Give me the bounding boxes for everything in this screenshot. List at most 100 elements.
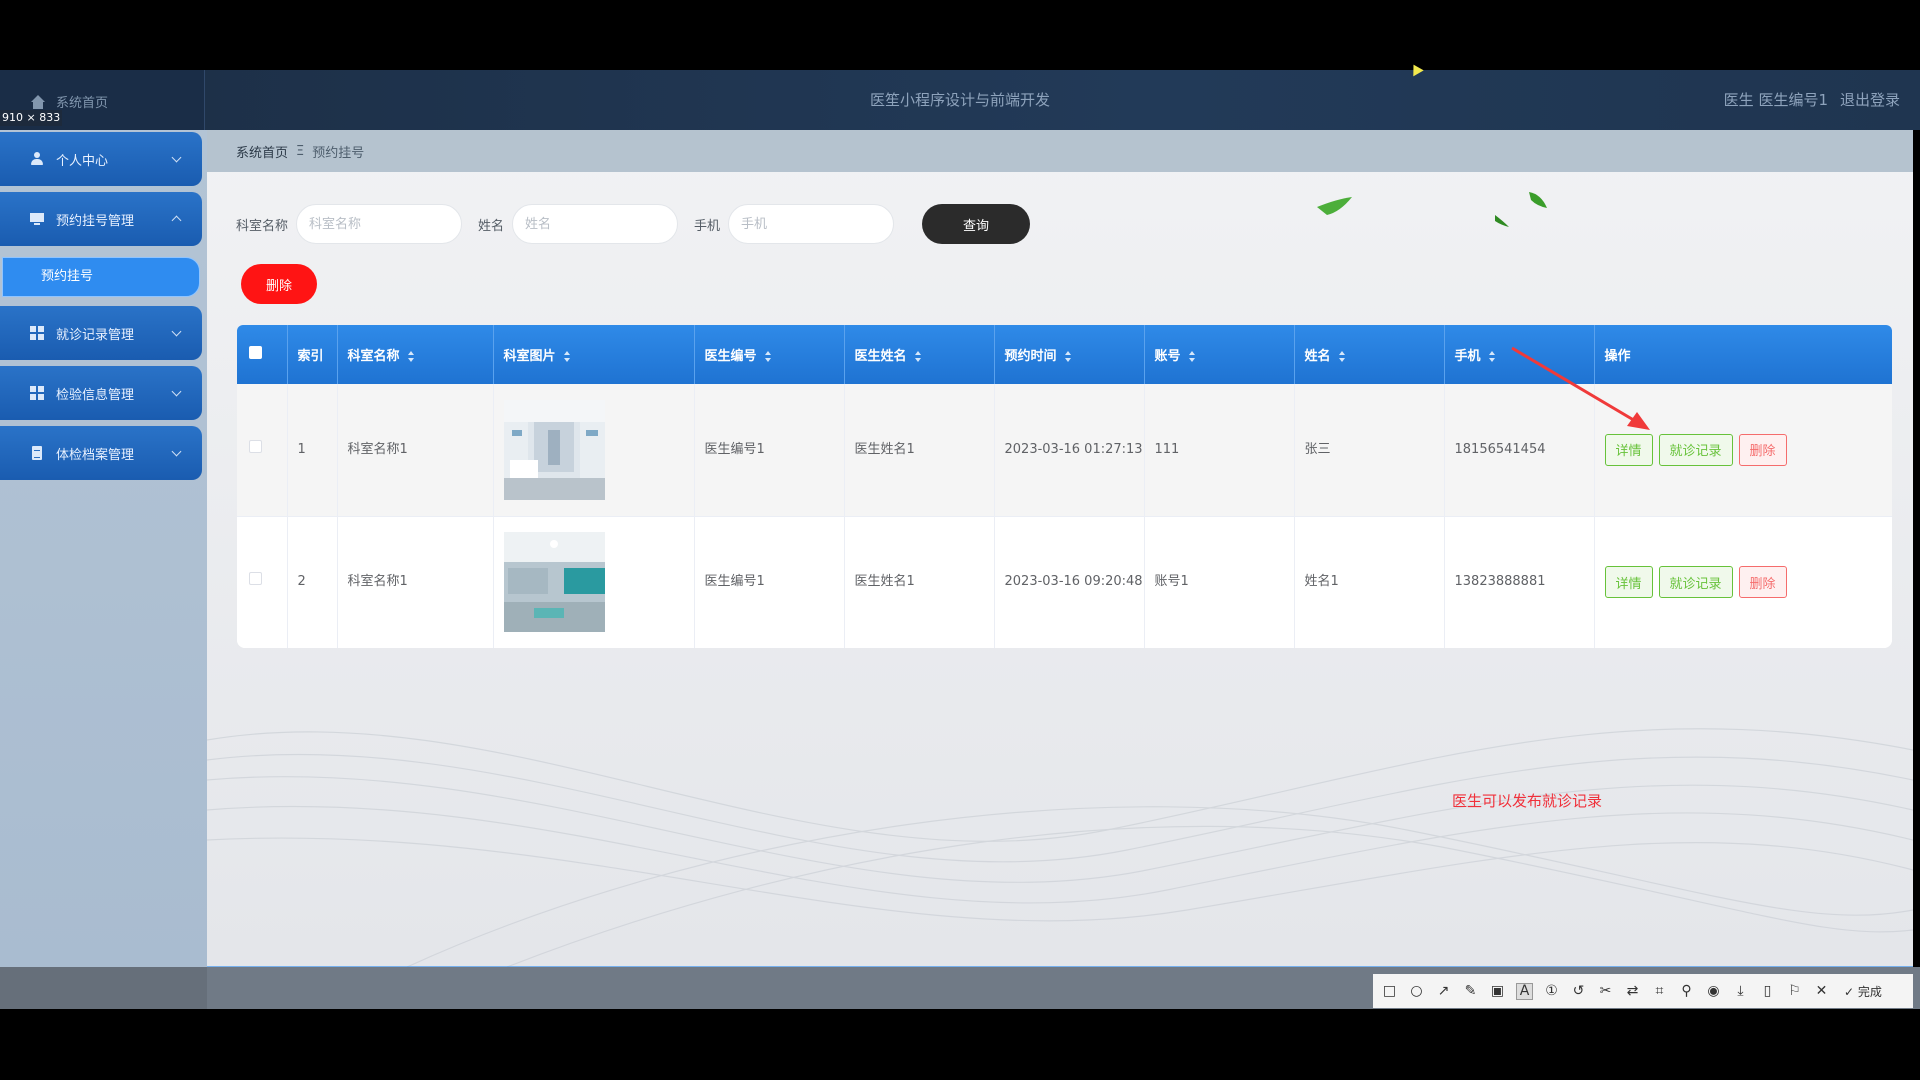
text-tool-icon[interactable]: A — [1516, 982, 1533, 1000]
sidebar-item-label: 预约挂号管理 — [56, 213, 135, 229]
bookmark-icon[interactable]: ⚐ — [1786, 983, 1803, 1000]
column-header: 索引 — [287, 325, 338, 384]
download-icon[interactable]: ⤓ — [1732, 983, 1749, 1000]
phone-cell: 13823888881 — [1444, 516, 1595, 648]
visit-record-button[interactable]: 就诊记录 — [1658, 566, 1733, 598]
query-button[interactable]: 查询 — [922, 204, 1031, 244]
column-header[interactable]: 科室图片 — [493, 325, 695, 384]
account-cell: 账号1 — [1144, 516, 1295, 648]
app-title: 医笙小程序设计与前端开发 — [869, 91, 1050, 109]
sort-icon[interactable] — [1488, 351, 1496, 362]
arrow-tool-icon[interactable]: ↗ — [1435, 983, 1452, 1000]
crop-icon[interactable]: ✂ — [1597, 983, 1614, 1000]
column-header-label: 操作 — [1604, 349, 1631, 364]
column-header[interactable]: 姓名 — [1294, 325, 1445, 384]
sort-icon[interactable] — [764, 351, 772, 362]
sidebar-item-visit-records[interactable]: 就诊记录管理 — [0, 306, 202, 360]
sidebar-item-lab-info[interactable]: 检验信息管理 — [0, 366, 202, 420]
sort-icon[interactable] — [1064, 351, 1072, 362]
top-header: 系统首页 医笙小程序设计与前端开发 医生 医生编号1 退出登录 — [0, 70, 1920, 130]
number-tool-icon[interactable]: ① — [1543, 983, 1560, 1000]
column-header-label: 预约时间 — [1004, 349, 1057, 364]
appointment-time-cell: 2023-03-16 01:27:13 — [994, 384, 1145, 517]
screenshot-toolbar: □ ○ ↗ ✎ ▣ A ① ↺ ✂ ⇄ ⌗ ⚲ ◉ ⤓ ▯ ⚐ ✕ ✓ 完成 — [1373, 974, 1913, 1008]
chevron-up-icon — [171, 215, 182, 226]
sort-icon[interactable] — [563, 351, 571, 362]
column-header[interactable]: 科室名称 — [337, 325, 494, 384]
document-icon — [30, 446, 44, 460]
breadcrumb-separator: Ξ — [296, 143, 305, 159]
column-header[interactable]: 医生编号 — [694, 325, 845, 384]
ocr-icon[interactable]: ⌗ — [1651, 983, 1668, 1000]
dept-cell: 科室名称1 — [337, 516, 494, 648]
operations-cell: 详情 就诊记录 删除 — [1594, 516, 1892, 648]
column-header[interactable]: 预约时间 — [994, 325, 1145, 384]
breadcrumb-current: 预约挂号 — [312, 145, 365, 161]
detail-button[interactable]: 详情 — [1604, 433, 1653, 466]
column-header: 操作 — [1594, 325, 1892, 384]
row-checkbox[interactable] — [249, 572, 262, 585]
screenshot-size-badge: 910 × 833 — [0, 110, 62, 126]
rectangle-tool-icon[interactable]: □ — [1381, 983, 1398, 1000]
phone-cell: 18156541454 — [1444, 384, 1595, 517]
grid-icon — [30, 326, 44, 340]
row-delete-button[interactable]: 删除 — [1738, 566, 1787, 598]
sidebar-subitem-appointment[interactable]: 预约挂号 — [2, 257, 200, 297]
sidebar-item-health-archive[interactable]: 体检档案管理 — [0, 426, 202, 480]
sidebar-item-personal-center[interactable]: 个人中心 — [0, 132, 202, 186]
dept-search-input[interactable] — [296, 204, 463, 244]
home-icon — [30, 94, 46, 109]
column-header-label: 账号 — [1154, 349, 1181, 364]
user-info: 医生 医生编号1 — [1724, 70, 1828, 130]
user-area: 医生 医生编号1 退出登录 — [1724, 70, 1900, 130]
operations-cell: 详情 就诊记录 删除 — [1594, 384, 1892, 517]
close-icon[interactable]: ✕ — [1813, 983, 1830, 1000]
sort-icon[interactable] — [1338, 351, 1346, 362]
phone-search-input[interactable] — [728, 204, 895, 244]
pin-icon[interactable]: ⚲ — [1678, 983, 1695, 1000]
main-content: 系统首页 Ξ 预约挂号 科室名称 姓名 手机 查询 删除 索引 — [207, 130, 1913, 967]
user-name: 医生编号1 — [1758, 91, 1828, 109]
logout-link[interactable]: 退出登录 — [1840, 70, 1900, 130]
dept-image[interactable] — [503, 532, 605, 632]
column-header-label: 手机 — [1454, 349, 1481, 364]
phone-label: 手机 — [694, 218, 721, 234]
column-header[interactable]: 手机 — [1444, 325, 1595, 384]
sidebar-item-appointment-management[interactable]: 预约挂号管理 — [0, 192, 202, 246]
record-icon[interactable]: ◉ — [1705, 983, 1722, 1000]
dept-image-cell — [493, 516, 695, 648]
user-icon — [30, 152, 44, 166]
sort-icon[interactable] — [1188, 351, 1196, 362]
select-all-checkbox[interactable] — [249, 346, 262, 359]
ellipse-tool-icon[interactable]: ○ — [1408, 983, 1425, 1000]
row-delete-button[interactable]: 删除 — [1738, 433, 1787, 466]
user-role: 医生 — [1723, 91, 1754, 109]
undo-icon[interactable]: ↺ — [1570, 983, 1587, 1000]
sort-icon[interactable] — [914, 351, 922, 362]
batch-delete-button[interactable]: 删除 — [241, 264, 317, 304]
column-header[interactable]: 账号 — [1144, 325, 1295, 384]
home-link[interactable]: 系统首页 — [30, 92, 108, 111]
column-header-label: 科室名称 — [347, 349, 400, 364]
translate-icon[interactable]: ⇄ — [1624, 983, 1641, 1000]
sidebar-item-label: 个人中心 — [56, 153, 109, 169]
dept-image[interactable] — [503, 399, 605, 500]
column-header-label: 医生编号 — [704, 349, 757, 364]
mobile-icon[interactable]: ▯ — [1759, 983, 1776, 1000]
name-search-input[interactable] — [512, 204, 679, 244]
pen-tool-icon[interactable]: ✎ — [1462, 983, 1479, 1000]
done-button[interactable]: ✓ 完成 — [1844, 983, 1882, 1000]
table-row: 2 科室名称1 医生编号1 医生姓名1 2023-03-16 09:20:48 … — [237, 516, 1892, 648]
column-header[interactable]: 医生姓名 — [844, 325, 995, 384]
visit-record-button[interactable]: 就诊记录 — [1658, 433, 1733, 466]
table-header-row: 索引 科室名称 科室图片 医生编号 医生姓名 预约时间 账号 姓名 手机 操作 — [237, 325, 1892, 384]
sort-icon[interactable] — [407, 351, 415, 362]
patient-name-cell: 张三 — [1294, 384, 1445, 517]
breadcrumb-home[interactable]: 系统首页 — [236, 142, 288, 161]
chevron-down-icon — [171, 446, 182, 457]
detail-button[interactable]: 详情 — [1604, 566, 1653, 598]
dept-cell: 科室名称1 — [337, 384, 494, 517]
mosaic-tool-icon[interactable]: ▣ — [1489, 983, 1506, 1000]
grid-icon — [30, 386, 44, 400]
row-checkbox[interactable] — [249, 439, 262, 453]
